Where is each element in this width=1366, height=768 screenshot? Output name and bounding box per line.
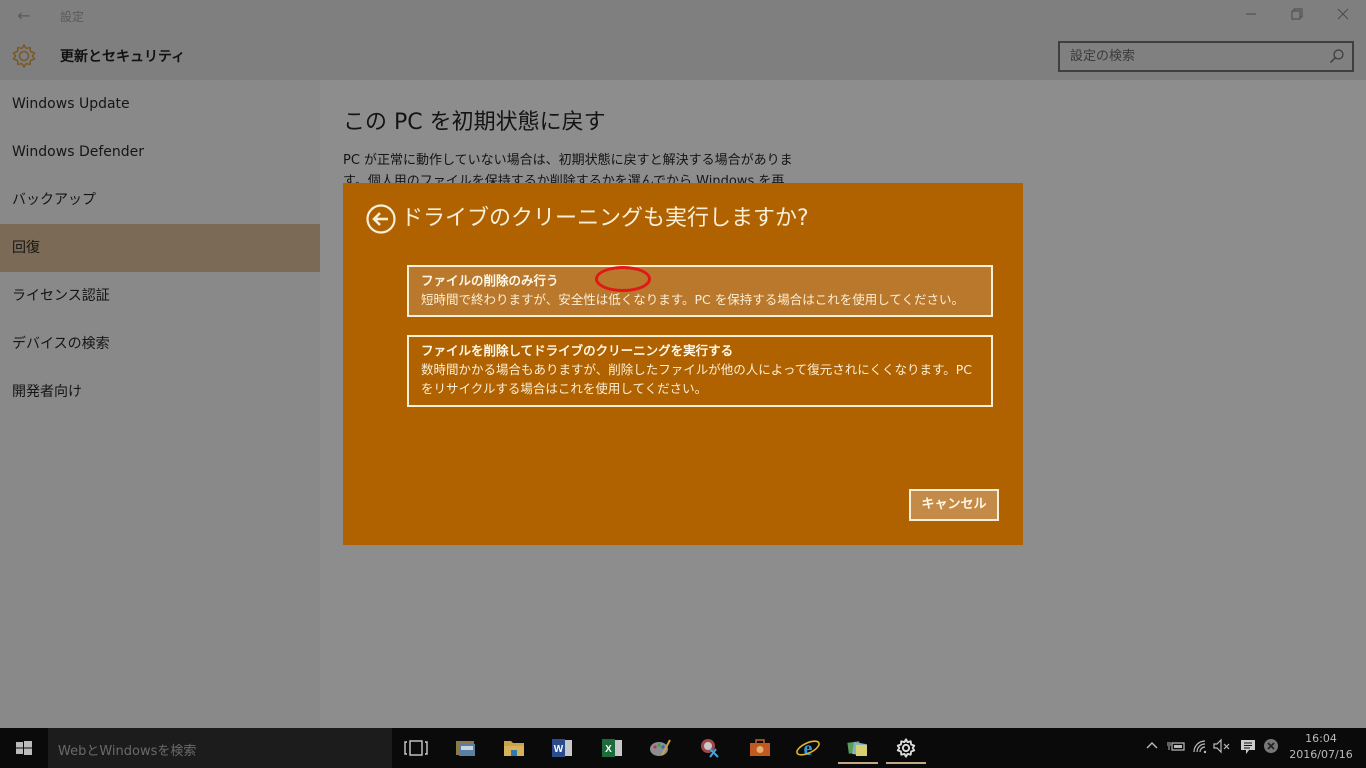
back-arrow-icon[interactable]: ← [14,6,34,26]
taskbar-search-placeholder: WebとWindowsを検索 [58,744,197,759]
file-explorer-icon [504,741,524,756]
gear-icon [12,44,36,68]
running-indicator [886,762,926,764]
taskbar-app-sticky-notes[interactable] [838,732,878,764]
taskbar-search-box[interactable]: WebとWindowsを検索 [48,728,392,768]
taskbar-app-briefcase[interactable] [744,732,776,764]
taskbar-app-file-explorer[interactable] [498,732,530,764]
wifi-icon [1193,740,1207,754]
search-icon[interactable] [1328,47,1346,65]
sidebar-item-windows-defender[interactable]: Windows Defender [0,128,320,176]
task-view-icon [404,740,428,756]
error-circle-icon [1264,739,1278,753]
volume-muted-icon [1213,738,1230,754]
battery-plugged-icon [1167,742,1185,751]
taskbar-app-excel[interactable]: X [596,732,628,764]
sidebar-item-backup[interactable]: バックアップ [0,176,320,224]
option-remove-files-only[interactable]: ファイルの削除のみ行う 短時間で終わりますが、安全性は低くなります。PC を保持… [407,265,993,317]
paint-icon [650,739,671,756]
taskbar-app-settings[interactable] [886,732,926,764]
svg-text:W: W [554,744,564,755]
close-icon [1337,8,1349,20]
option-remove-files-and-clean-drive[interactable]: ファイルを削除してドライブのクリーニングを実行する 数時間かかる場合もありますが… [407,335,993,407]
taskbar-app-snipping-tool[interactable] [694,732,726,764]
section-title: 更新とセキュリティ [60,49,186,65]
windows-logo-icon [16,741,32,755]
back-circle-arrow-icon[interactable] [365,203,397,235]
dialog-title: ドライブのクリーニングも実行しますか? [401,206,809,231]
sidebar-item-find-my-device[interactable]: デバイスの検索 [0,320,320,368]
network-tray-button[interactable] [1190,738,1210,758]
page-description: PC が正常に動作していない場合は、初期状態に戻すと解決する場合があります。個人… [343,153,793,186]
restore-icon [1291,8,1303,20]
option-title: ファイルの削除のみ行う [421,273,559,288]
sidebar-item-windows-update[interactable]: Windows Update [0,80,320,128]
taskbar-app-paint[interactable] [644,732,676,764]
running-indicator [838,762,878,764]
snipping-tool-icon [701,739,719,758]
sidebar-item-for-developers[interactable]: 開発者向け [0,368,320,416]
sidebar-item-recovery[interactable]: 回復 [0,224,320,272]
option-description: 短時間で終わりますが、安全性は低くなります。PC を保持する場合はこれを使用して… [421,292,964,307]
taskbar-app-mail[interactable] [450,732,482,764]
task-view-button[interactable] [400,732,432,764]
settings-icon [896,738,916,758]
mail-app-icon [456,741,475,756]
chevron-up-icon [1146,742,1158,749]
taskbar-clock[interactable]: 16:04 2016/07/16 [1284,731,1358,763]
clock-time: 16:04 [1305,732,1337,745]
excel-icon: X [602,739,622,757]
battery-tray-button[interactable] [1166,738,1186,758]
drive-cleaning-dialog: ドライブのクリーニングも実行しますか? ファイルの削除のみ行う 短時間で終わりま… [343,183,1023,545]
show-hidden-icons-button[interactable] [1142,738,1162,758]
word-icon: W [552,739,572,757]
cancel-button[interactable]: キャンセル [909,489,999,521]
settings-search-box[interactable] [1058,41,1354,72]
option-description: 数時間かかる場合もありますが、削除したファイルが他の人によって復元されにくくなり… [421,362,973,396]
option-title: ファイルを削除してドライブのクリーニングを実行する [421,343,734,358]
settings-search-input[interactable] [1060,43,1320,70]
action-center-button[interactable] [1238,738,1258,758]
start-button[interactable] [0,728,48,768]
taskbar: WebとWindowsを検索 W X e 16:04 2016/07/16 [0,728,1366,768]
minimize-button[interactable] [1228,4,1274,28]
sticky-notes-icon [847,741,867,757]
svg-text:X: X [605,744,612,755]
internet-explorer-icon: e [796,738,820,760]
briefcase-app-icon [750,739,770,756]
title-bar: ← 設定 [0,0,1366,32]
page-header: 更新とセキュリティ [0,32,1366,80]
app-title: 設定 [60,10,85,24]
taskbar-app-internet-explorer[interactable]: e [792,732,824,764]
action-center-icon [1241,740,1255,754]
volume-tray-button[interactable] [1212,738,1232,758]
status-tray-button[interactable] [1261,738,1281,758]
taskbar-app-word[interactable]: W [546,732,578,764]
restore-button[interactable] [1274,4,1320,28]
sidebar-nav: Windows Update Windows Defender バックアップ 回… [0,80,320,728]
sidebar-item-activation[interactable]: ライセンス認証 [0,272,320,320]
minimize-icon [1246,13,1256,15]
clock-date: 2016/07/16 [1289,748,1353,761]
close-button[interactable] [1320,4,1366,28]
page-title: この PC を初期状態に戻す [343,110,606,135]
